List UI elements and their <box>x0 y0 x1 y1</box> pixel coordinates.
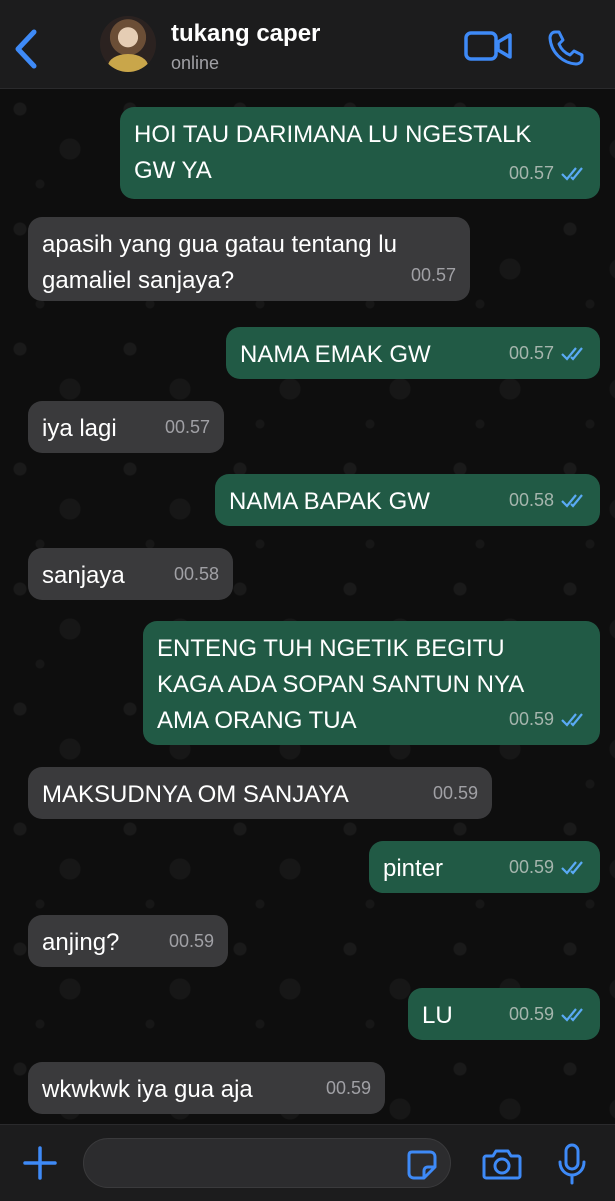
message-meta: 00.58 <box>509 482 586 518</box>
double-check-icon <box>561 167 583 181</box>
outgoing-message[interactable]: NAMA BAPAK GW 00.58 <box>215 474 600 526</box>
message-meta: 00.59 <box>433 775 478 811</box>
video-camera-icon[interactable] <box>464 30 512 62</box>
incoming-message[interactable]: wkwkwk iya gua aja 00.59 <box>28 1062 385 1114</box>
outgoing-message[interactable]: NAMA EMAK GW 00.57 <box>226 327 600 379</box>
contact-name[interactable]: tukang caper <box>171 20 320 48</box>
message-meta: 00.59 <box>509 849 586 885</box>
message-time: 00.58 <box>508 490 554 510</box>
incoming-message[interactable]: apasih yang gua gatau tentang lu gamalie… <box>28 217 470 301</box>
incoming-message[interactable]: anjing? 00.59 <box>28 915 228 967</box>
message-time: 00.57 <box>164 417 210 437</box>
double-check-icon <box>561 1008 583 1022</box>
incoming-message[interactable]: MAKSUDNYA OM SANJAYA 00.59 <box>28 767 492 819</box>
outgoing-message[interactable]: pinter 00.59 <box>369 841 600 893</box>
message-meta: 00.59 <box>509 996 586 1032</box>
message-list[interactable]: HOI TAU DARIMANA LU NGESTALK GW YA 00.57… <box>0 89 615 1124</box>
message-input[interactable] <box>83 1138 451 1188</box>
message-meta: 00.57 <box>165 409 210 445</box>
message-time: 00.57 <box>508 163 554 183</box>
outgoing-message[interactable]: LU 00.59 <box>408 988 600 1040</box>
message-meta: 00.57 <box>509 155 586 191</box>
double-check-icon <box>561 347 583 361</box>
incoming-message[interactable]: iya lagi 00.57 <box>28 401 224 453</box>
message-time: 00.59 <box>168 931 214 951</box>
message-time: 00.59 <box>432 783 478 803</box>
message-time: 00.59 <box>508 857 554 877</box>
message-meta: 00.57 <box>411 257 456 293</box>
phone-icon[interactable] <box>546 28 586 68</box>
camera-icon[interactable] <box>482 1147 522 1181</box>
microphone-icon[interactable] <box>556 1143 588 1185</box>
composer-bar <box>0 1124 615 1201</box>
contact-status: online <box>171 53 220 73</box>
sticker-icon[interactable] <box>406 1149 438 1181</box>
message-time: 00.59 <box>508 1004 554 1024</box>
outgoing-message[interactable]: HOI TAU DARIMANA LU NGESTALK GW YA 00.57 <box>120 107 600 199</box>
avatar[interactable] <box>100 16 156 72</box>
message-time: 00.57 <box>410 265 456 285</box>
message-text: MAKSUDNYA OM SANJAYA <box>42 781 349 808</box>
message-time: 00.59 <box>508 709 554 729</box>
message-meta: 00.58 <box>174 556 219 592</box>
message-meta: 00.59 <box>326 1070 371 1106</box>
chat-header: tukang caper online <box>0 0 615 89</box>
message-time: 00.57 <box>508 343 554 363</box>
message-time: 00.59 <box>325 1078 371 1098</box>
outgoing-message[interactable]: ENTENG TUH NGETIK BEGITU KAGA ADA SOPAN … <box>143 621 600 745</box>
message-text: wkwkwk iya gua aja <box>42 1076 253 1103</box>
message-meta: 00.59 <box>169 923 214 959</box>
message-time: 00.58 <box>173 564 219 584</box>
incoming-message[interactable]: sanjaya 00.58 <box>28 548 233 600</box>
chevron-left-icon[interactable] <box>8 24 48 74</box>
double-check-icon <box>561 713 583 727</box>
plus-icon[interactable] <box>22 1145 58 1181</box>
message-meta: 00.59 <box>509 701 586 737</box>
double-check-icon <box>561 494 583 508</box>
double-check-icon <box>561 861 583 875</box>
message-text: apasih yang gua gatau tentang lu gamalie… <box>42 231 397 294</box>
message-meta: 00.57 <box>509 335 586 371</box>
